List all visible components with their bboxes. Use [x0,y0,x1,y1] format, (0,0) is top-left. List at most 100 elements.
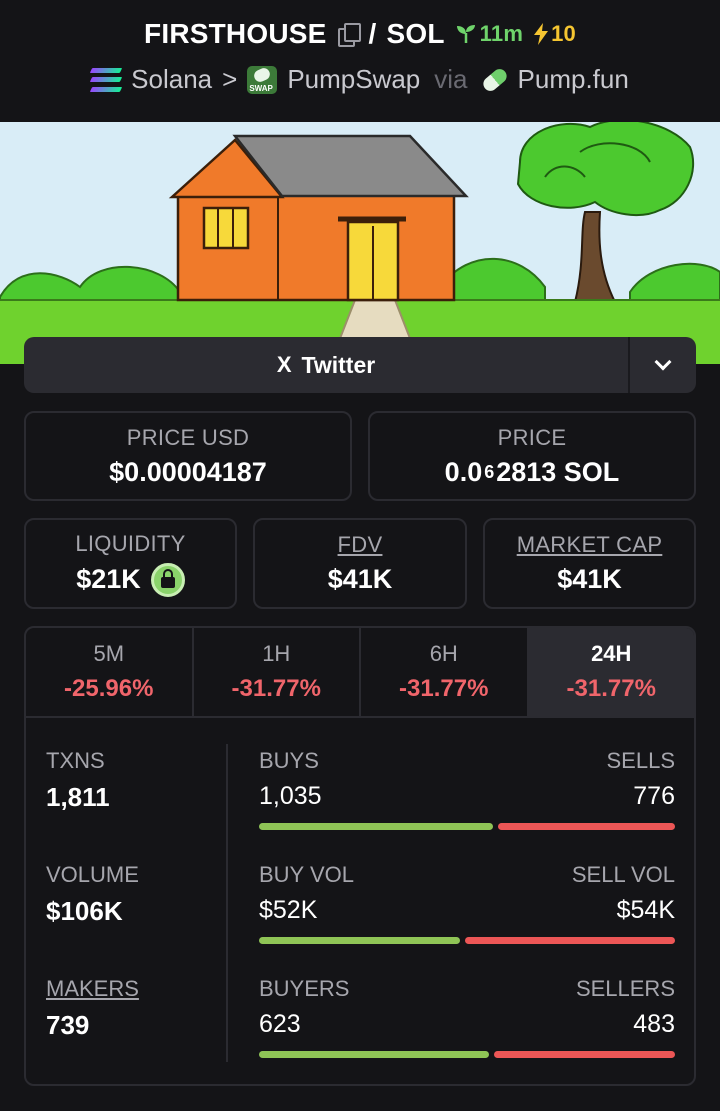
pair-age-value: 11m [479,21,524,46]
social-links-bar: X Twitter [24,337,696,393]
tab-6h[interactable]: 6H -31.77% [361,628,529,716]
txns-breakdown: BUYS SELLS 1,035 776 [259,748,675,830]
token-banner-image [0,122,720,364]
buy-share-bar [259,823,494,830]
price-change: -31.77% [231,675,321,702]
fdv-value: $41K [327,564,393,594]
price-native-zeros: 6 [484,461,495,482]
sells-label: SELLS [606,748,676,773]
price-native-suffix: 2813 SOL [496,456,620,487]
pair-separator: / [368,18,377,49]
sell-vol-label: SELL VOL [571,862,675,887]
price-usd-value: $0.00004187 [109,456,267,487]
makers-breakdown-labels: BUYERS SELLERS [259,976,675,1002]
sell-share-bar [465,937,675,944]
tab-24h[interactable]: 24H -31.77% [528,628,694,716]
price-native-label: PRICE [497,424,567,450]
twitter-label: Twitter [301,351,376,378]
sell-vol-value: $54K [616,896,675,924]
tab-1h[interactable]: 1H -31.77% [194,628,361,716]
chevron-down-icon [654,353,672,371]
pair-header: FIRSTHOUSE / SOL 11m 10 Solana > Pump [0,0,720,122]
volume-breakdown-labels: BUY VOL SELL VOL [259,862,675,888]
price-change: -31.77% [399,675,489,702]
makers-summary: MAKERS 739 [46,976,139,1041]
lightning-icon [534,23,549,45]
tab-label: 6H [429,641,458,666]
makers-value: 739 [46,1010,90,1040]
tab-label: 1H [262,641,291,666]
sprout-icon [456,25,475,43]
volume-breakdown: BUY VOL SELL VOL $52K $54K [259,862,675,944]
liquidity-value: $21K [76,564,141,594]
buy-sell-ratio-bar [259,823,675,830]
txns-label: TXNS [46,748,105,773]
buys-value: 1,035 [259,782,322,810]
chain-link[interactable]: Solana [131,64,212,95]
liquidity-value-row: $21K [76,562,185,597]
txns-breakdown-values: 1,035 776 [259,782,675,811]
trading-stats-panel: 5M -25.96% 1H -31.77% 6H -31.77% 24H -31… [24,626,696,1086]
buy-share-bar [259,937,461,944]
buyers-sellers-bar [259,1051,675,1058]
boost-value: 10 [551,21,576,46]
buy-share-bar [259,1051,490,1058]
breadcrumb: Solana > PumpSwap via Pump.fun [0,64,720,95]
chevron-right-icon: > [222,64,238,94]
price-usd-card: PRICE USD $0.00004187 [24,411,352,501]
price-change: -25.96% [64,675,154,702]
fdv-card: FDV $41K [253,518,467,609]
launchpad-link[interactable]: Pump.fun [518,64,629,95]
sell-share-bar [498,823,675,830]
house-illustration [0,122,720,364]
price-native-value: 0.0 6 2813 SOL [445,457,620,488]
solana-icon [89,67,123,92]
copy-icon[interactable] [337,23,361,47]
price-native-card: PRICE 0.0 6 2813 SOL [368,411,696,501]
sells-value: 776 [633,782,675,810]
market-cap-card: MARKET CAP $41K [483,518,696,609]
volume-breakdown-values: $52K $54K [259,896,675,925]
tab-label: 5M [93,641,125,666]
buyers-value: 623 [259,1010,301,1038]
via-label: via [434,64,468,94]
txns-summary: TXNS 1,811 [46,748,110,813]
volume-value: $106K [46,896,123,926]
pair-age: 11m [455,21,523,47]
makers-breakdown: BUYERS SELLERS 623 483 [259,976,675,1058]
liquidity-card: LIQUIDITY $21K [24,518,237,609]
txns-value: 1,811 [46,782,110,812]
x-logo-icon: X [276,352,292,377]
quote-symbol: SOL [386,18,445,49]
makers-breakdown-values: 623 483 [259,1010,675,1039]
socials-dropdown-button[interactable] [630,337,696,393]
tab-label: 24H [591,641,632,666]
dex-link[interactable]: PumpSwap [287,64,420,95]
lock-icon[interactable] [150,562,185,597]
fdv-label[interactable]: FDV [338,532,383,558]
market-cap-label[interactable]: MARKET CAP [517,532,663,558]
buyers-label: BUYERS [259,976,350,1001]
liquidity-label: LIQUIDITY [75,530,186,556]
stats-divider [226,744,228,1062]
buy-sell-volume-bar [259,937,675,944]
txns-breakdown-labels: BUYS SELLS [259,748,675,774]
token-symbol: FIRSTHOUSE [144,18,327,49]
boost-count[interactable]: 10 [533,21,576,47]
tab-5m[interactable]: 5M -25.96% [26,628,194,716]
sell-share-bar [494,1051,675,1058]
sellers-label: SELLERS [575,976,675,1001]
pumpfun-icon [480,65,509,94]
price-native-prefix: 0.0 [444,456,483,487]
twitter-button[interactable]: X Twitter [24,337,630,393]
price-usd-label: PRICE USD [126,424,250,450]
timeframe-tabs: 5M -25.96% 1H -31.77% 6H -31.77% 24H -31… [26,628,694,718]
buy-vol-label: BUY VOL [259,862,354,887]
buys-label: BUYS [259,748,319,773]
pumpswap-icon [247,65,278,94]
price-change: -31.77% [566,675,656,702]
volume-label: VOLUME [46,862,139,887]
makers-label[interactable]: MAKERS [46,976,139,1002]
sellers-value: 483 [633,1010,675,1038]
pair-title: FIRSTHOUSE / SOL 11m 10 [0,18,720,50]
